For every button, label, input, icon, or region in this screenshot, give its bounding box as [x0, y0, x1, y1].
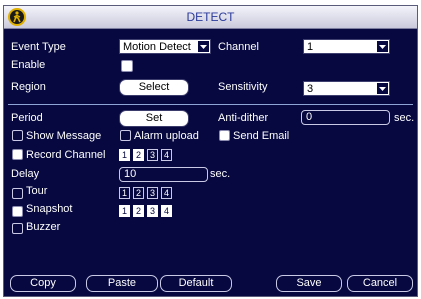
- buzzer-checkbox[interactable]: [12, 223, 23, 234]
- cancel-button[interactable]: Cancel: [347, 275, 413, 292]
- window-title: DETECT: [186, 10, 235, 24]
- chevron-down-icon: [198, 41, 209, 52]
- event-type-select[interactable]: Motion Detect: [119, 39, 211, 54]
- save-button[interactable]: Save: [276, 275, 342, 292]
- event-type-label: Event Type: [11, 41, 66, 53]
- tour-label: Tour: [26, 185, 48, 197]
- channel-label: Channel: [218, 41, 259, 53]
- record-channel-4[interactable]: 4: [161, 149, 172, 161]
- enable-checkbox[interactable]: [121, 60, 133, 72]
- tour-channel-3[interactable]: 3: [147, 187, 158, 199]
- snapshot-label: Snapshot: [26, 203, 73, 215]
- region-label: Region: [11, 81, 46, 93]
- sensitivity-select[interactable]: 3: [303, 81, 390, 96]
- tour-channel-selector: 1 2 3 4: [119, 187, 179, 199]
- tour-channel-1[interactable]: 1: [119, 187, 130, 199]
- region-select-button[interactable]: Select: [119, 79, 189, 96]
- alarm-upload-label: Alarm upload: [134, 130, 199, 142]
- send-email-checkbox[interactable]: [219, 130, 230, 141]
- delay-input[interactable]: 10: [119, 167, 208, 182]
- anti-dither-input[interactable]: 0: [301, 110, 390, 125]
- snapshot-channel-4[interactable]: 4: [161, 205, 172, 217]
- record-channel-1[interactable]: 1: [119, 149, 130, 161]
- delay-value: 10: [124, 168, 137, 180]
- anti-dither-label: Anti-dither: [218, 112, 269, 124]
- chevron-down-icon: [377, 41, 388, 52]
- copy-button[interactable]: Copy: [10, 275, 76, 292]
- record-channel-selector: 1 2 3 4: [119, 149, 179, 161]
- snapshot-channel-3[interactable]: 3: [147, 205, 158, 217]
- record-channel-3[interactable]: 3: [147, 149, 158, 161]
- tour-channel-2[interactable]: 2: [133, 187, 144, 199]
- sensitivity-label: Sensitivity: [218, 81, 268, 93]
- delay-unit: sec.: [210, 168, 231, 180]
- section-divider: [8, 104, 413, 105]
- record-channel-2[interactable]: 2: [133, 149, 144, 161]
- snapshot-channel-selector: 1 2 3 4: [119, 205, 179, 217]
- snapshot-channel-1[interactable]: 1: [119, 205, 130, 217]
- event-type-value: Motion Detect: [123, 41, 191, 53]
- tour-checkbox[interactable]: [12, 188, 23, 199]
- snapshot-channel-2[interactable]: 2: [133, 205, 144, 217]
- title-bar: DETECT: [4, 6, 417, 29]
- alarm-upload-checkbox[interactable]: [120, 130, 131, 141]
- send-email-label: Send Email: [233, 130, 290, 142]
- record-channel-label: Record Channel: [26, 149, 106, 161]
- snapshot-checkbox[interactable]: [12, 206, 23, 217]
- default-button[interactable]: Default: [160, 275, 232, 292]
- sensitivity-value: 3: [307, 83, 314, 95]
- channel-select[interactable]: 1: [303, 39, 390, 54]
- chevron-down-icon: [377, 83, 388, 94]
- channel-value: 1: [307, 41, 314, 53]
- show-message-label: Show Message: [26, 130, 102, 142]
- period-label: Period: [11, 112, 43, 124]
- tour-channel-4[interactable]: 4: [161, 187, 172, 199]
- buzzer-label: Buzzer: [26, 221, 61, 233]
- anti-dither-value: 0: [306, 111, 313, 123]
- detect-dialog: DETECT Event Type Motion Detect Channel …: [3, 5, 418, 297]
- period-set-button[interactable]: Set: [119, 110, 189, 127]
- anti-dither-unit: sec.: [394, 112, 415, 124]
- enable-label: Enable: [11, 59, 46, 71]
- paste-button[interactable]: Paste: [86, 275, 158, 292]
- show-message-checkbox[interactable]: [12, 130, 23, 141]
- record-channel-checkbox[interactable]: [12, 149, 23, 160]
- delay-label: Delay: [11, 168, 40, 180]
